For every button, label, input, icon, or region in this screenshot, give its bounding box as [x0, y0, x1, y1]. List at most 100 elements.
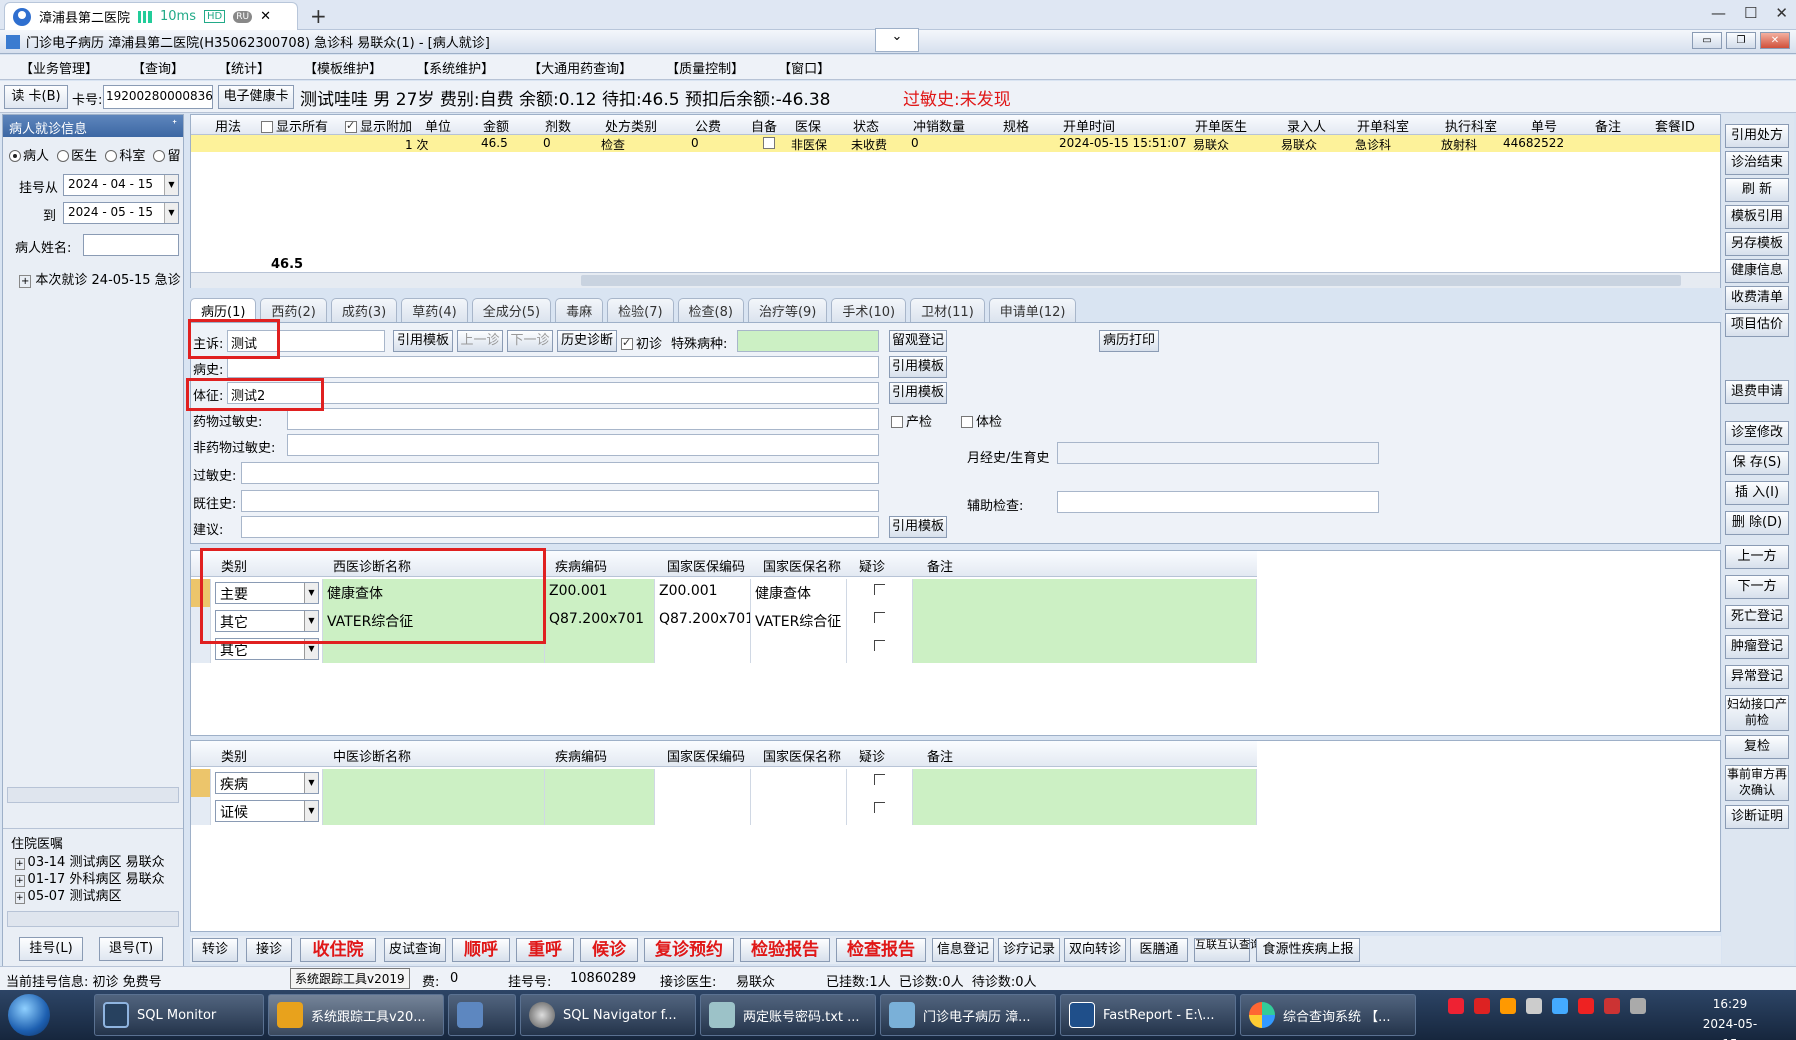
history-diagnosis-button[interactable]: 历史诊断 — [557, 330, 617, 352]
task-notepad[interactable]: 两定账号密码.txt ... — [700, 994, 876, 1036]
to-date-input[interactable]: 2024 - 05 - 15 ▼ — [63, 202, 179, 224]
call-next-button[interactable]: 顺呼 — [452, 938, 510, 962]
inpatient-item[interactable]: +05-07 测试病区 — [15, 889, 165, 906]
nondrug-allergy-input[interactable] — [287, 434, 879, 456]
cite-template-button[interactable]: 引用模板 — [889, 382, 947, 404]
inpatient-scrollbar[interactable] — [7, 911, 179, 927]
prev-prescription-button[interactable]: 上一方 — [1725, 545, 1789, 569]
save-button[interactable]: 保 存(S) — [1725, 451, 1789, 475]
abnormal-register-button[interactable]: 异常登记 — [1725, 665, 1789, 689]
drug-allergy-input[interactable] — [287, 408, 879, 430]
close-tab-icon[interactable]: ✕ — [260, 9, 271, 24]
menu-statistics[interactable]: 【统计】 — [218, 58, 270, 77]
inpatient-item[interactable]: +03-14 测试病区 易联众 — [15, 855, 165, 872]
task-trace-tool[interactable]: 系统跟踪工具v20... — [268, 994, 444, 1036]
menstrual-input[interactable] — [1057, 442, 1379, 464]
suspected-checkbox[interactable] — [847, 607, 913, 635]
category-select[interactable]: 证候 ▼ — [215, 800, 319, 822]
radio-doctor[interactable]: 医生 — [57, 149, 97, 164]
info-register-button[interactable]: 信息登记 — [932, 938, 994, 962]
app-restore-icon[interactable]: ❐ — [1726, 32, 1756, 49]
category-select[interactable]: 其它 ▼ — [215, 610, 319, 632]
maximize-icon[interactable]: ☐ — [1744, 4, 1757, 22]
refund-request-button[interactable]: 退费申请 — [1725, 380, 1789, 404]
inpatient-item[interactable]: +01-17 外科病区 易联众 — [15, 872, 165, 889]
menu-drug-query[interactable]: 【大通用药查询】 — [528, 58, 632, 77]
recall-button[interactable]: 重呼 — [516, 938, 574, 962]
tab-supplies[interactable]: 卫材(11) — [910, 298, 985, 322]
history-input[interactable] — [227, 356, 879, 378]
prev-visit-button[interactable]: 上一诊 — [457, 330, 503, 352]
mutual-query-button[interactable]: 互联互认查询 — [1194, 938, 1261, 962]
security-icon[interactable] — [1604, 998, 1620, 1014]
orders-scrollbar[interactable] — [191, 272, 1720, 288]
arrows-icon[interactable] — [1578, 998, 1594, 1014]
table-row[interactable]: 1 次 46.5 0 检查 0 非医保 未收费 0 2024-05-15 15:… — [191, 135, 1720, 152]
patient-name-input[interactable] — [83, 234, 179, 256]
physical-checkbox[interactable]: 体检 — [961, 411, 1002, 430]
suspected-checkbox[interactable] — [847, 579, 913, 607]
task-sql-navigator[interactable]: SQL Navigator f... — [520, 994, 696, 1036]
app-close-icon[interactable]: ✕ — [1760, 32, 1790, 49]
category-select[interactable]: 疾病 ▼ — [215, 772, 319, 794]
print-record-button[interactable]: 病历打印 — [1099, 330, 1159, 352]
template-cite-button[interactable]: 模板引用 — [1725, 205, 1789, 229]
insert-button[interactable]: 插 入(I) — [1725, 481, 1789, 505]
tab-narcotic[interactable]: 毒麻 — [555, 298, 604, 322]
menu-window[interactable]: 【窗口】 — [778, 58, 830, 77]
shield-icon[interactable] — [1500, 998, 1516, 1014]
minimize-icon[interactable]: — — [1711, 4, 1726, 22]
advice-input[interactable] — [241, 516, 879, 538]
self-checkbox[interactable] — [763, 136, 778, 150]
pre-review-button[interactable]: 事前审方再次确认 — [1725, 765, 1789, 801]
display-icon[interactable] — [1552, 998, 1568, 1014]
category-select[interactable]: 主要 ▼ — [215, 582, 319, 604]
fee-list-button[interactable]: 收费清单 — [1725, 286, 1789, 310]
radio-stay[interactable]: 留 — [153, 149, 180, 164]
app-tray-icon[interactable] — [1474, 998, 1490, 1014]
app-minimize-icon[interactable]: ▭ — [1692, 32, 1722, 49]
table-row[interactable]: 主要 ▼ 健康查体 Z00.001 Z00.001 健康查体 — [191, 579, 1257, 607]
suspected-checkbox[interactable] — [847, 769, 913, 797]
two-way-transfer-button[interactable]: 双向转诊 — [1064, 938, 1126, 962]
sogou-icon[interactable] — [1448, 998, 1464, 1014]
suspected-checkbox[interactable] — [847, 635, 913, 663]
observation-button[interactable]: 留观登记 — [889, 330, 947, 352]
table-row[interactable]: 疾病 ▼ — [191, 769, 1257, 797]
show-all-checkbox[interactable]: 显示所有 — [261, 116, 328, 135]
tab-patent-drug[interactable]: 成药(3) — [330, 298, 398, 322]
radio-dept[interactable]: 科室 — [105, 149, 145, 164]
show-extra-checkbox[interactable]: 显示附加 — [345, 116, 412, 135]
close-icon[interactable]: ✕ — [1775, 4, 1788, 22]
task-emr[interactable]: 门诊电子病历 漳... — [880, 994, 1056, 1036]
menu-query[interactable]: 【查询】 — [132, 58, 184, 77]
network-icon[interactable] — [1526, 998, 1542, 1014]
read-card-button[interactable]: 读 卡(B) — [4, 85, 68, 109]
special-disease-select[interactable] — [737, 330, 879, 352]
volume-icon[interactable] — [1630, 998, 1646, 1014]
item-estimate-button[interactable]: 项目估价 — [1725, 313, 1789, 337]
tab-surgery[interactable]: 手术(10) — [831, 298, 907, 322]
next-prescription-button[interactable]: 下一方 — [1725, 575, 1789, 599]
tab-full-component[interactable]: 全成分(5) — [471, 298, 552, 322]
from-date-input[interactable]: 2024 - 04 - 15 ▼ — [63, 174, 179, 196]
tab-request[interactable]: 申请单(12) — [988, 298, 1077, 322]
pin-icon[interactable]: ᐩ — [172, 118, 177, 133]
cite-prescription-button[interactable]: 引用处方 — [1725, 124, 1789, 148]
maternal-interface-button[interactable]: 妇幼接口产前检 — [1725, 695, 1789, 731]
tab-treatment[interactable]: 治疗等(9) — [747, 298, 828, 322]
suspected-checkbox[interactable] — [847, 797, 913, 825]
prenatal-checkbox[interactable]: 产检 — [891, 411, 932, 430]
tab-lab[interactable]: 检验(7) — [607, 298, 674, 322]
category-select[interactable]: 其它 ▼ — [215, 638, 319, 660]
browser-tab[interactable]: 漳浦县第二医院 10ms HD RU ✕ — [4, 2, 298, 30]
tab-record[interactable]: 病历(1) — [190, 298, 257, 322]
first-visit-checkbox[interactable]: 初诊 — [621, 333, 662, 352]
complaint-input[interactable]: 测试 — [227, 330, 385, 352]
radio-patient[interactable]: 病人 — [9, 149, 49, 164]
menu-template[interactable]: 【模板维护】 — [304, 58, 382, 77]
menu-quality[interactable]: 【质量控制】 — [666, 58, 744, 77]
past-history-input[interactable] — [241, 490, 879, 512]
ehealth-card-button[interactable]: 电子健康卡 — [218, 85, 294, 109]
clock[interactable]: 16:29 2024-05-15 — [1700, 994, 1760, 1040]
